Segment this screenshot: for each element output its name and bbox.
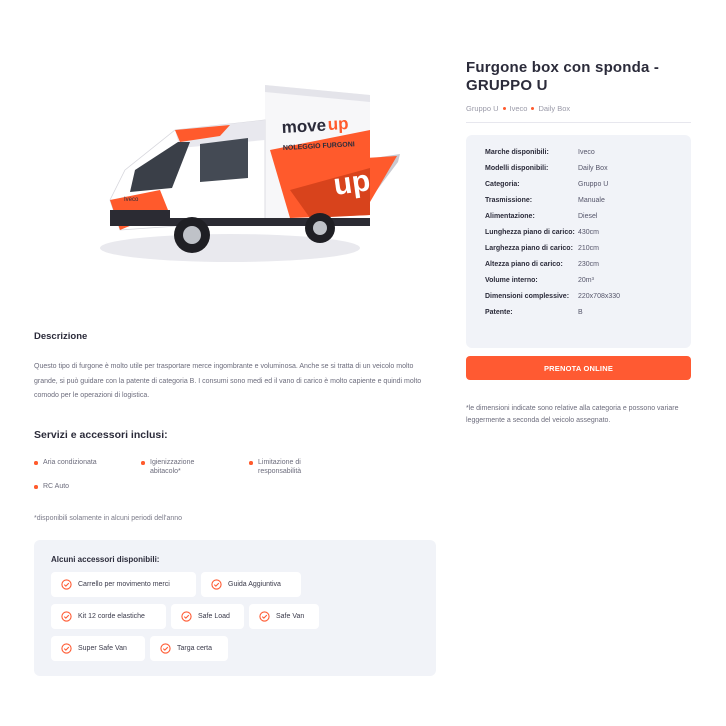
spec-value: Daily Box — [578, 165, 608, 172]
services-heading: Servizi e accessori inclusi: — [34, 429, 168, 441]
spec-label: Altezza piano di carico: — [485, 261, 563, 268]
accessory-label: Targa certa — [177, 645, 213, 652]
accessory-label: Super Safe Van — [78, 645, 127, 652]
services-note: *disponibili solamente in alcuni periodi… — [34, 515, 183, 522]
spec-row: Alimentazione: Diesel — [485, 212, 691, 221]
spec-row: Dimensioni complessive: 220x708x330 — [485, 292, 691, 301]
specs-panel: Marche disponibili: Iveco Modelli disponi… — [466, 135, 691, 348]
accessory-chip[interactable]: Super Safe Van — [51, 636, 145, 661]
truck-logo-up: up — [327, 114, 349, 134]
spec-label: Patente: — [485, 309, 513, 316]
accessory-label: Kit 12 corde elastiche — [78, 613, 145, 620]
breadcrumb-separator-dot — [531, 107, 535, 110]
check-circle-icon — [61, 579, 72, 590]
spec-label: Lunghezza piano di carico: — [485, 229, 575, 236]
accessory-label: Safe Load — [198, 613, 230, 620]
breadcrumb-item[interactable]: Iveco — [510, 104, 528, 113]
spec-label: Modelli disponibili: — [485, 165, 549, 172]
spec-value: Manuale — [578, 197, 605, 204]
accessory-label: Carrello per movimento merci — [78, 581, 170, 588]
accessory-label: Safe Van — [276, 613, 305, 620]
spec-label: Larghezza piano di carico: — [485, 245, 573, 252]
product-title: Furgone box con sponda - GRUPPO U — [466, 59, 696, 95]
spec-row: Volume interno: 20m³ — [485, 276, 691, 285]
check-circle-icon — [181, 611, 192, 622]
spec-row: Altezza piano di carico: 230cm — [485, 260, 691, 269]
truck-logo-move: move — [281, 116, 326, 137]
product-title-line1: Furgone box con sponda - — [466, 59, 660, 76]
spec-row: Larghezza piano di carico: 210cm — [485, 244, 691, 253]
spec-label: Trasmissione: — [485, 197, 533, 204]
service-item: Igienizzazione abitacolo* — [141, 458, 221, 476]
book-online-button[interactable]: PRENOTA ONLINE — [466, 356, 691, 380]
spec-label: Volume interno: — [485, 277, 538, 284]
spec-value: B — [578, 309, 583, 316]
truck-brand-badge: Iveco — [124, 197, 139, 203]
check-circle-icon — [160, 643, 171, 654]
breadcrumb: Gruppo U Iveco Daily Box — [466, 104, 570, 113]
product-title-line2: GRUPPO U — [466, 77, 548, 94]
spec-row: Lunghezza piano di carico: 430cm — [485, 228, 691, 237]
spec-row: Patente: B — [485, 308, 691, 317]
description-heading: Descrizione — [34, 331, 88, 342]
divider — [466, 122, 691, 123]
spec-value: 210cm — [578, 245, 600, 252]
spec-label: Categoria: — [485, 181, 520, 188]
check-circle-icon — [61, 611, 72, 622]
service-item: RC Auto — [34, 482, 134, 491]
accessory-chip[interactable]: Guida Aggiuntiva — [201, 572, 301, 597]
service-item: Limitazione di responsabilità — [249, 458, 329, 476]
spec-value: Iveco — [578, 149, 595, 156]
spec-row: Trasmissione: Manuale — [485, 196, 691, 205]
check-circle-icon — [61, 643, 72, 654]
service-item: Aria condizionata — [34, 458, 134, 467]
truck-image: move up NOLEGGIO FURGONI up Iveco — [80, 70, 410, 300]
breadcrumb-separator-dot — [502, 107, 506, 110]
spec-value: Diesel — [578, 213, 598, 220]
accessory-chip[interactable]: Safe Load — [171, 604, 244, 629]
check-circle-icon — [211, 579, 222, 590]
spec-value: 430cm — [578, 229, 600, 236]
spec-label: Dimensioni complessive: — [485, 293, 570, 300]
spec-row: Categoria: Gruppo U — [485, 180, 691, 189]
accessories-heading: Alcuni accessori disponibili: — [51, 555, 160, 564]
breadcrumb-item[interactable]: Gruppo U — [466, 104, 499, 113]
accessory-chip[interactable]: Kit 12 corde elastiche — [51, 604, 166, 629]
spec-label: Marche disponibili: — [485, 149, 549, 156]
spec-label: Alimentazione: — [485, 213, 535, 220]
breadcrumb-item[interactable]: Daily Box — [538, 104, 570, 113]
spec-value: 230cm — [578, 261, 600, 268]
spec-value: Gruppo U — [578, 181, 609, 188]
check-circle-icon — [259, 611, 270, 622]
accessory-chip[interactable]: Safe Van — [249, 604, 319, 629]
accessory-chip[interactable]: Carrello per movimento merci — [51, 572, 196, 597]
spec-value: 220x708x330 — [578, 293, 621, 300]
dimensions-note: *le dimensioni indicate sono relative al… — [466, 405, 679, 424]
accessory-label: Guida Aggiuntiva — [228, 581, 281, 588]
spec-row: Marche disponibili: Iveco — [485, 148, 691, 157]
spec-value: 20m³ — [578, 277, 594, 284]
description-text: Questo tipo di furgone è molto utile per… — [34, 363, 422, 399]
spec-row: Modelli disponibili: Daily Box — [485, 164, 691, 173]
truck-logo-up-large: up — [331, 164, 372, 202]
accessory-chip[interactable]: Targa certa — [150, 636, 228, 661]
